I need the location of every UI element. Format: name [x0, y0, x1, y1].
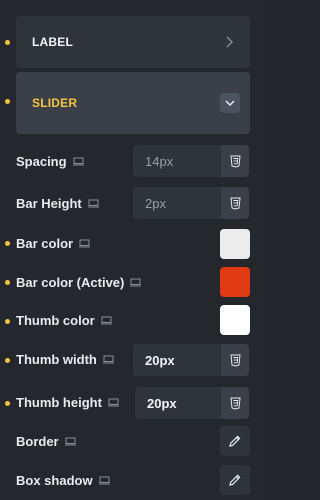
thumb-height-label: Thumb height	[16, 395, 102, 410]
thumb-width-input[interactable]: 20px	[133, 344, 221, 376]
css3-icon	[229, 197, 241, 210]
spacing-input[interactable]: 14px	[133, 145, 221, 177]
thumb-color-swatch[interactable]	[220, 305, 250, 335]
border-label: Border	[16, 434, 59, 449]
bar-height-input[interactable]: 2px	[133, 187, 221, 219]
spacing-input-placeholder: 14px	[145, 153, 174, 169]
desktop-icon[interactable]	[107, 398, 119, 407]
box-shadow-edit-button[interactable]	[220, 465, 250, 495]
thumb-height-value: 20px	[147, 395, 177, 411]
desktop-icon[interactable]	[79, 239, 91, 248]
bar-color-active-label-row: Bar color (Active)	[16, 275, 142, 290]
border-edit-button[interactable]	[220, 426, 250, 456]
desktop-icon[interactable]	[64, 437, 76, 446]
bar-color-label-row: Bar color	[16, 236, 91, 251]
section-label-title: LABEL	[32, 35, 73, 49]
spacing-label-row: Spacing	[16, 154, 84, 169]
pencil-icon	[229, 474, 241, 486]
section-slider-title: SLIDER	[32, 96, 78, 110]
chevron-right-icon	[226, 36, 233, 48]
thumb-height-input[interactable]: 20px	[135, 387, 221, 419]
changed-indicator-dot	[5, 280, 10, 285]
changed-indicator-dot	[5, 401, 10, 406]
chevron-down-icon	[225, 100, 235, 107]
box-shadow-label: Box shadow	[16, 473, 93, 488]
desktop-icon[interactable]	[72, 157, 84, 166]
thumb-height-css-button[interactable]	[221, 387, 249, 419]
changed-indicator-dot	[5, 319, 10, 324]
changed-indicator-dot	[5, 99, 10, 104]
changed-indicator-dot	[5, 40, 10, 45]
changed-indicator-dot	[5, 358, 10, 363]
bar-height-css-button[interactable]	[221, 187, 249, 219]
bar-color-active-swatch[interactable]	[220, 267, 250, 297]
bar-color-active-label: Bar color (Active)	[16, 275, 125, 290]
collapse-button[interactable]	[220, 93, 240, 113]
thumb-width-css-button[interactable]	[221, 344, 249, 376]
settings-panel: LABEL SLIDER Spacing 14px Bar Height 2px…	[0, 0, 268, 500]
bar-height-label-row: Bar Height	[16, 196, 99, 211]
thumb-color-label: Thumb color	[16, 313, 95, 328]
desktop-icon[interactable]	[98, 476, 110, 485]
section-slider-header[interactable]: SLIDER	[16, 72, 250, 134]
bar-color-label: Bar color	[16, 236, 74, 251]
box-shadow-label-row: Box shadow	[16, 473, 110, 488]
bar-height-label: Bar Height	[16, 196, 82, 211]
css3-icon	[229, 397, 241, 410]
changed-indicator-dot	[5, 241, 10, 246]
desktop-icon[interactable]	[102, 355, 114, 364]
css3-icon	[229, 155, 241, 168]
thumb-width-label-row: Thumb width	[16, 352, 114, 367]
spacing-label: Spacing	[16, 154, 67, 169]
desktop-icon[interactable]	[87, 199, 99, 208]
border-label-row: Border	[16, 434, 76, 449]
thumb-height-label-row: Thumb height	[16, 395, 119, 410]
pencil-icon	[229, 435, 241, 447]
desktop-icon[interactable]	[100, 316, 112, 325]
thumb-width-label: Thumb width	[16, 352, 97, 367]
thumb-color-label-row: Thumb color	[16, 313, 112, 328]
spacing-css-button[interactable]	[221, 145, 249, 177]
bar-height-input-placeholder: 2px	[145, 195, 166, 211]
section-label-header[interactable]: LABEL	[16, 16, 250, 68]
desktop-icon[interactable]	[130, 278, 142, 287]
bar-color-swatch[interactable]	[220, 229, 250, 259]
css3-icon	[229, 354, 241, 367]
thumb-width-value: 20px	[145, 352, 175, 368]
